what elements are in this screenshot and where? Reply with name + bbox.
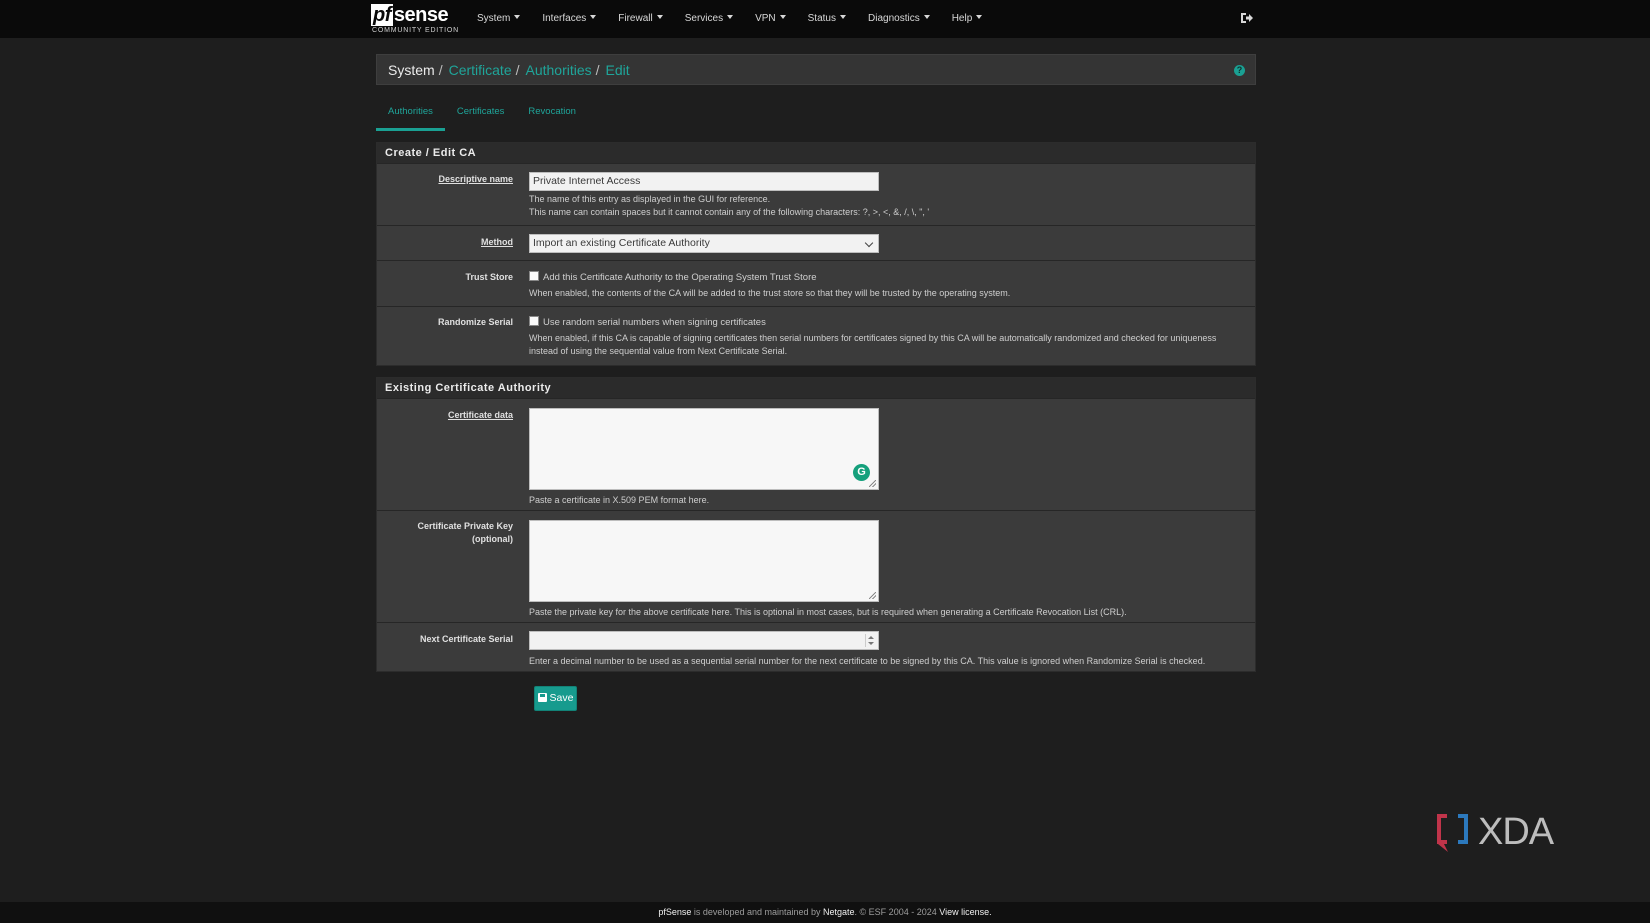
save-button[interactable]: Save: [534, 686, 577, 711]
descriptive-name-help: The name of this entry as displayed in t…: [529, 193, 771, 204]
method-selected-value: Import an existing Certificate Authority: [533, 237, 710, 249]
trust-store-help: When enabled, the contents of the CA wil…: [529, 288, 1011, 298]
caret-down-icon: [976, 15, 983, 19]
xda-watermark-logo: XDA: [1437, 811, 1556, 853]
menu-interfaces[interactable]: Interfaces: [531, 0, 607, 38]
menu-services[interactable]: Services: [674, 0, 744, 38]
descriptive-name-input[interactable]: [529, 171, 879, 191]
resize-grip-icon[interactable]: [869, 480, 876, 487]
certificate-data-label: Certificate data: [447, 410, 513, 420]
tab-bar: Authorities Certificates Revocation: [376, 100, 588, 131]
private-key-help: Paste the private key for the above cert…: [529, 607, 1127, 617]
breadcrumb-separator: /: [515, 62, 520, 78]
caret-down-icon: [840, 15, 846, 19]
breadcrumb-separator: /: [595, 62, 600, 78]
next-serial-row: Next Certificate Serial Enter a decimal …: [377, 622, 1255, 671]
tab-revocation[interactable]: Revocation: [516, 100, 588, 131]
footer-text: is developed and maintained by: [691, 907, 824, 917]
certificate-data-row: Certificate data G Paste a certificate i…: [377, 398, 1255, 510]
breadcrumb: System / Certificate / Authorities / Edit: [388, 62, 630, 78]
private-key-textarea[interactable]: [529, 520, 879, 602]
breadcrumb-certificate[interactable]: Certificate: [449, 62, 512, 78]
menu-help[interactable]: Help: [941, 0, 994, 38]
method-label: Method: [481, 237, 513, 247]
logo-wordmark: pf sense: [371, 4, 449, 26]
grammarly-icon[interactable]: G: [853, 464, 870, 481]
create-edit-ca-panel: Create / Edit CA Descriptive name The na…: [376, 142, 1256, 366]
caret-down-icon: [514, 15, 521, 19]
arrow-up-icon[interactable]: [868, 636, 874, 639]
next-serial-input[interactable]: [529, 631, 879, 650]
method-row: Method Import an existing Certificate Au…: [377, 225, 1255, 260]
menu-system[interactable]: System: [466, 0, 531, 38]
tab-certificates[interactable]: Certificates: [445, 100, 517, 131]
panel-heading: Create / Edit CA: [377, 143, 1255, 163]
caret-down-icon: [923, 15, 930, 19]
resize-grip-icon[interactable]: [869, 592, 876, 599]
arrow-down-icon[interactable]: [868, 642, 874, 645]
menu-diagnostics[interactable]: Diagnostics: [857, 0, 941, 38]
caret-down-icon: [727, 15, 734, 19]
menu-vpn[interactable]: VPN: [744, 0, 797, 38]
certificate-data-help: Paste a certificate in X.509 PEM format …: [529, 495, 710, 505]
caret-down-icon: [590, 15, 597, 19]
existing-ca-panel: Existing Certificate Authority Certifica…: [376, 377, 1256, 672]
randomize-serial-label: Randomize Serial: [437, 317, 513, 327]
number-spinner[interactable]: [865, 634, 875, 647]
sign-out-icon[interactable]: [1240, 11, 1254, 25]
private-key-label: Certificate Private Key: [417, 521, 513, 531]
tab-authorities[interactable]: Authorities: [376, 100, 445, 131]
method-select[interactable]: Import an existing Certificate Authority: [529, 234, 879, 253]
footer-netgate-link[interactable]: Netgate: [823, 907, 855, 917]
top-navbar: pf sense COMMUNITY EDITION System Interfa…: [0, 0, 1650, 38]
chevron-down-icon: [864, 238, 874, 248]
descriptive-name-row: Descriptive name The name of this entry …: [377, 163, 1255, 225]
private-key-row: Certificate Private Key (optional) Paste…: [377, 510, 1255, 622]
next-serial-label: Next Certificate Serial: [419, 634, 513, 644]
randomize-serial-checkbox-label: Use random serial numbers when signing c…: [543, 317, 766, 328]
private-key-optional-label: (optional): [472, 534, 513, 544]
panel-heading: Existing Certificate Authority: [377, 378, 1255, 398]
next-serial-help: Enter a decimal number to be used as a s…: [529, 656, 1206, 666]
trust-store-checkbox[interactable]: [529, 271, 539, 281]
logo-edition-text: COMMUNITY EDITION: [372, 27, 459, 34]
footer-license-link[interactable]: View license.: [939, 907, 991, 917]
footer-brand-link[interactable]: pfSense: [658, 907, 691, 917]
randomize-serial-checkbox[interactable]: [529, 316, 539, 326]
save-button-label: Save: [549, 692, 574, 704]
randomize-serial-help: When enabled, if this CA is capable of s…: [529, 333, 1217, 343]
save-icon: [537, 693, 547, 702]
menu-status[interactable]: Status: [797, 0, 857, 38]
xda-watermark-text: XDA: [1478, 811, 1555, 853]
breadcrumb-authorities[interactable]: Authorities: [526, 62, 592, 78]
footer: pfSense is developed and maintained by N…: [0, 902, 1650, 923]
breadcrumb-bar: System / Certificate / Authorities / Edit ?: [376, 54, 1256, 85]
main-menu: System Interfaces Firewall Services VPN …: [466, 0, 993, 38]
caret-down-icon: [779, 15, 786, 19]
certificate-data-textarea[interactable]: G: [529, 408, 879, 490]
trust-store-checkbox-label: Add this Certificate Authority to the Op…: [543, 272, 817, 283]
randomize-serial-help-cont: instead of using the sequential value fr…: [529, 346, 788, 356]
question-circle-icon[interactable]: ?: [1234, 65, 1245, 76]
footer-copyright: . © ESF 2004 - 2024: [854, 907, 940, 917]
trust-store-row: Trust Store Add this Certificate Authori…: [377, 260, 1255, 306]
trust-store-label: Trust Store: [465, 272, 513, 282]
descriptive-name-label: Descriptive name: [438, 174, 513, 184]
breadcrumb-system: System: [388, 62, 435, 78]
breadcrumb-separator: /: [438, 62, 443, 78]
descriptive-name-help-chars: This name can contain spaces but it cann…: [529, 206, 930, 217]
pfsense-logo[interactable]: pf sense COMMUNITY EDITION: [371, 2, 458, 36]
breadcrumb-edit[interactable]: Edit: [606, 62, 630, 78]
caret-down-icon: [656, 15, 663, 19]
randomize-serial-row: Randomize Serial Use random serial numbe…: [377, 306, 1255, 365]
menu-firewall[interactable]: Firewall: [607, 0, 673, 38]
